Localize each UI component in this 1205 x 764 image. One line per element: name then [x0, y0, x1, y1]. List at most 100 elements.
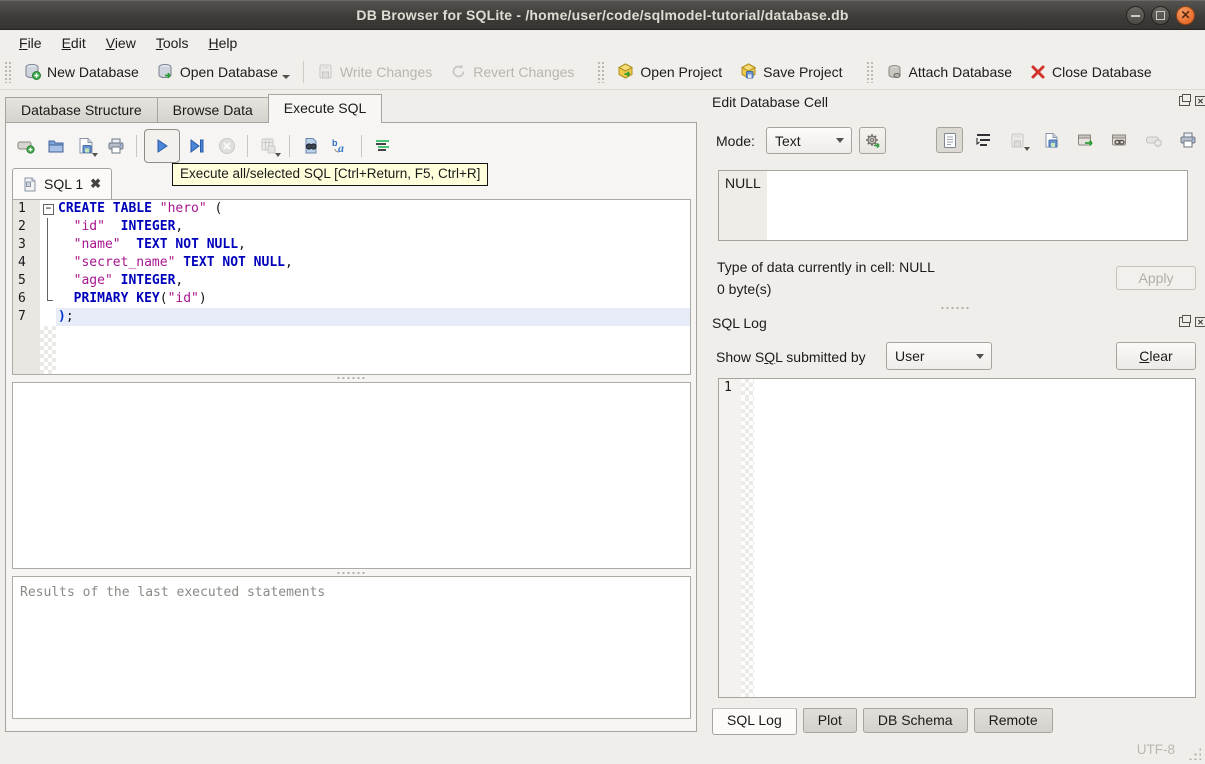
line-number: 6	[13, 290, 40, 308]
cell-editor[interactable]: NULL	[718, 170, 1188, 241]
editor-line[interactable]: 3 "name" TEXT NOT NULL,	[13, 236, 690, 254]
close-database-button[interactable]: Close Database	[1021, 60, 1161, 84]
toolbar-grip[interactable]	[597, 60, 605, 83]
float-panel-icon[interactable]	[1179, 94, 1191, 106]
float-panel-icon[interactable]	[1179, 315, 1191, 327]
open-project-button[interactable]: Open Project	[608, 59, 731, 84]
new-tab-button[interactable]	[12, 133, 39, 159]
execute-line-button[interactable]	[183, 133, 210, 159]
attach-database-button[interactable]: Attach Database	[877, 59, 1022, 84]
text-mode-icon	[942, 132, 958, 149]
sql-editor[interactable]: 1CREATE TABLE "hero" (2 "id" INTEGER,3 "…	[12, 199, 691, 375]
editor-line[interactable]: 6 PRIMARY KEY("id")	[13, 290, 690, 308]
replace-button[interactable]: ba	[327, 133, 354, 159]
cell-type-info: Type of data currently in cell: NULL	[717, 259, 935, 275]
close-panel-icon[interactable]: ✕	[1195, 96, 1205, 106]
tab-database-structure[interactable]: Database Structure	[5, 97, 158, 123]
menu-file[interactable]: File	[9, 33, 52, 53]
menu-tools[interactable]: Tools	[146, 33, 199, 53]
close-button[interactable]: ✕	[1176, 6, 1195, 25]
editor-line[interactable]: 4 "secret_name" TEXT NOT NULL,	[13, 254, 690, 272]
open-database-label: Open Database	[179, 63, 278, 80]
stop-icon	[218, 137, 236, 155]
resize-grip[interactable]	[1188, 747, 1201, 760]
find-button[interactable]	[297, 133, 324, 159]
format-sql-icon	[374, 137, 392, 155]
link-cell-icon	[1111, 132, 1129, 149]
code-text: PRIMARY KEY("id")	[73, 291, 207, 306]
editor-line[interactable]: 1 CREATE TABLE "hero" (	[13, 200, 690, 218]
results-grid[interactable]	[12, 382, 691, 569]
dock-splitter[interactable]	[940, 306, 970, 310]
editor-results-splitter[interactable]	[336, 376, 366, 380]
dock-tab-db-schema[interactable]: DB Schema	[862, 708, 968, 733]
save-sql-file-button[interactable]	[72, 133, 99, 159]
dock-tab-plot[interactable]: Plot	[802, 708, 857, 733]
open-database-dropdown-icon[interactable]	[281, 75, 290, 79]
line-number: 5	[13, 272, 40, 290]
print-sql-button[interactable]	[102, 133, 129, 159]
text-mode-button[interactable]	[936, 127, 963, 153]
minimize-button[interactable]	[1126, 6, 1145, 25]
tab-execute-sql[interactable]: Execute SQL	[267, 94, 383, 123]
sql-tab[interactable]: SQL 1 ✖	[12, 168, 113, 199]
auto-mode-button[interactable]	[859, 127, 886, 154]
export-cell-button[interactable]	[1038, 127, 1065, 153]
main-toolbar: New Database Open Database Write Changes…	[0, 54, 1205, 90]
dock-tab-sql-log[interactable]: SQL Log	[712, 708, 797, 735]
menu-edit[interactable]: Edit	[52, 33, 96, 53]
document-icon	[23, 177, 37, 192]
word-wrap-button[interactable]	[970, 127, 997, 153]
sql-log-filter-select[interactable]: User	[886, 342, 992, 370]
close-panel-icon[interactable]: ✕	[1195, 317, 1205, 327]
set-null-icon	[1145, 132, 1163, 148]
save-project-button[interactable]: Save Project	[731, 59, 851, 84]
log-line-number: 1	[719, 379, 741, 397]
open-sql-file-button[interactable]	[42, 133, 69, 159]
apply-button: Apply	[1116, 266, 1196, 290]
main-tab-bar: Database Structure Browse Data Execute S…	[5, 94, 383, 123]
tab-browse-data[interactable]: Browse Data	[156, 97, 269, 123]
results-placeholder: Results of the last executed statements	[20, 585, 326, 600]
sql-toolbar: ba	[12, 128, 396, 164]
minimize-icon	[1131, 15, 1140, 17]
new-database-button[interactable]: New Database	[15, 59, 148, 84]
menu-view[interactable]: View	[96, 33, 146, 53]
window-title: DB Browser for SQLite - /home/user/code/…	[356, 7, 849, 23]
attach-database-label: Attach Database	[908, 63, 1013, 80]
editor-filler[interactable]	[13, 326, 690, 374]
menu-help[interactable]: Help	[199, 33, 248, 53]
save-sql-dropdown-icon[interactable]	[92, 153, 98, 157]
fold-marker-icon[interactable]	[40, 200, 56, 218]
code-text: "id" INTEGER,	[73, 219, 184, 234]
copy-link-button[interactable]	[1106, 127, 1133, 153]
toolbar-grip[interactable]	[865, 60, 873, 83]
open-database-button[interactable]: Open Database	[148, 59, 299, 84]
dock-tab-remote[interactable]: Remote	[973, 708, 1053, 733]
import-dropdown-icon	[1024, 147, 1030, 151]
results-message-area[interactable]: Results of the last executed statements	[12, 576, 691, 719]
cell-toolbar	[936, 127, 1201, 153]
grid-message-splitter[interactable]	[336, 571, 366, 575]
save-project-icon	[740, 63, 757, 80]
sql-log-area[interactable]: 1	[718, 378, 1196, 698]
clear-log-button[interactable]: Clear	[1116, 342, 1196, 370]
open-external-button[interactable]	[1072, 127, 1099, 153]
format-sql-button[interactable]	[369, 133, 396, 159]
line-number: 3	[13, 236, 40, 254]
print-cell-button[interactable]	[1174, 127, 1201, 153]
toolbar-grip[interactable]	[4, 60, 11, 83]
mode-select[interactable]: Text	[766, 127, 852, 154]
open-database-icon	[157, 63, 174, 80]
fold-margin	[40, 308, 56, 326]
editor-line[interactable]: 2 "id" INTEGER,	[13, 218, 690, 236]
sql-log-dock-buttons: ✕	[1179, 315, 1205, 327]
sql-tab-close-icon[interactable]: ✖	[90, 176, 101, 192]
maximize-button[interactable]	[1151, 6, 1170, 25]
editor-line[interactable]: 5 "age" INTEGER,	[13, 272, 690, 290]
execute-all-button[interactable]	[144, 129, 180, 163]
editor-line[interactable]: 7);	[13, 308, 690, 326]
open-sql-file-icon	[47, 137, 65, 155]
save-results-button	[255, 133, 282, 159]
cell-size-info: 0 byte(s)	[717, 281, 772, 297]
